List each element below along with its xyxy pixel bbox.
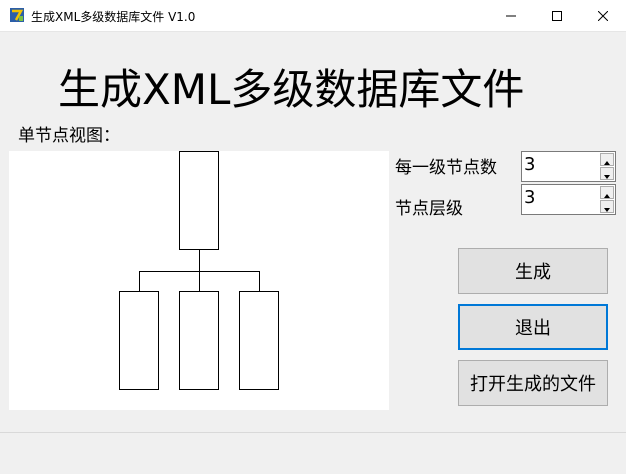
nodes-per-level-label: 每一级节点数 bbox=[395, 158, 497, 178]
minimize-icon bbox=[506, 6, 516, 25]
main-window: 生成XML多级数据库文件 V1.0 生成XML多级数据库文件 单节点视图： 每一… bbox=[0, 0, 626, 474]
child-node-1 bbox=[119, 291, 159, 390]
maximize-icon bbox=[552, 6, 562, 25]
nodes-per-level-value[interactable]: 3 bbox=[524, 154, 535, 175]
child-node-2 bbox=[179, 291, 219, 390]
exit-button[interactable]: 退出 bbox=[458, 304, 608, 350]
node-levels-stepper[interactable]: 3 bbox=[521, 184, 616, 215]
nodes-per-level-stepper[interactable]: 3 bbox=[521, 151, 616, 182]
root-node bbox=[179, 151, 219, 250]
arrow-down-icon bbox=[604, 164, 610, 183]
minimize-button[interactable] bbox=[488, 0, 534, 31]
maximize-button[interactable] bbox=[534, 0, 580, 31]
arrow-down-icon bbox=[604, 197, 610, 216]
title-bar[interactable]: 生成XML多级数据库文件 V1.0 bbox=[0, 0, 626, 32]
close-button[interactable] bbox=[580, 0, 626, 31]
nodes-per-level-down-button[interactable] bbox=[600, 167, 614, 180]
node-levels-down-button[interactable] bbox=[600, 200, 614, 213]
child-node-3 bbox=[239, 291, 279, 390]
app-logo-icon bbox=[9, 7, 25, 23]
status-bar bbox=[0, 432, 626, 474]
node-levels-value[interactable]: 3 bbox=[524, 187, 535, 208]
node-diagram bbox=[119, 151, 279, 390]
diagram-label: 单节点视图： bbox=[18, 126, 120, 146]
generate-button[interactable]: 生成 bbox=[458, 248, 608, 294]
node-levels-label: 节点层级 bbox=[395, 199, 463, 219]
page-title: 生成XML多级数据库文件 bbox=[58, 65, 525, 114]
close-icon bbox=[597, 6, 609, 25]
window-title: 生成XML多级数据库文件 V1.0 bbox=[31, 10, 196, 24]
node-diagram-canvas bbox=[9, 151, 389, 410]
open-generated-file-button[interactable]: 打开生成的文件 bbox=[458, 360, 608, 406]
